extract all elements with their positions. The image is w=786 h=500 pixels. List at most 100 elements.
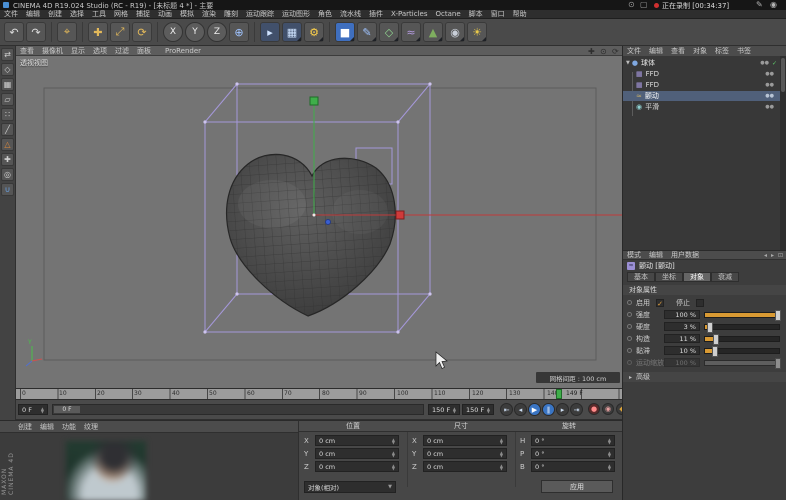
- monitor-icon[interactable]: ▢: [640, 0, 648, 9]
- visibility-dot-icon[interactable]: ●●: [765, 93, 774, 99]
- menubar-item[interactable]: 窗口: [487, 9, 509, 19]
- menubar-item[interactable]: 雕刻: [220, 9, 242, 19]
- value-stepper[interactable]: ▲▼: [500, 464, 503, 470]
- value-stepper[interactable]: ▲▼: [608, 451, 611, 457]
- rotate-tool-button[interactable]: ⟳: [132, 22, 152, 42]
- viewport-menu-item[interactable]: 查看: [16, 46, 38, 56]
- size-x-field[interactable]: 0 cm▲▼: [423, 435, 507, 446]
- viewport-canvas[interactable]: Y 透视视图 网格间距 : 100 cm: [16, 56, 622, 388]
- visibility-dot-icon[interactable]: ●●: [765, 82, 774, 88]
- axis-z-handle[interactable]: [326, 220, 331, 225]
- texture-mode-button[interactable]: ▦: [1, 78, 14, 91]
- search-icon[interactable]: ⊙: [628, 0, 635, 9]
- timeline-range-slider[interactable]: 0 F: [52, 404, 424, 415]
- pan-view-icon[interactable]: ✚: [588, 47, 595, 56]
- next-frame-button[interactable]: ▸: [556, 403, 569, 416]
- frame-stepper[interactable]: ▲▼: [453, 407, 456, 413]
- axis-lock-y-button[interactable]: Y: [185, 22, 205, 42]
- pencil-icon[interactable]: ✎: [756, 0, 763, 9]
- strength-value-field[interactable]: 100 %: [664, 310, 700, 319]
- points-mode-button[interactable]: ∷: [1, 108, 14, 121]
- undo-button[interactable]: ↶: [4, 22, 24, 42]
- drag-slider[interactable]: [704, 348, 780, 354]
- value-stepper[interactable]: ▲▼: [392, 438, 395, 444]
- deformer-button[interactable]: ≈: [401, 22, 421, 42]
- value-stepper[interactable]: ▲▼: [500, 438, 503, 444]
- render-settings-button[interactable]: ⚙: [304, 22, 324, 42]
- camera-capture-icon[interactable]: ◉: [770, 0, 777, 9]
- range-start-handle[interactable]: 0 F: [54, 406, 80, 413]
- spline-pen-button[interactable]: ✎: [357, 22, 377, 42]
- heart-mesh[interactable]: [227, 154, 396, 316]
- viewport-scene[interactable]: Y: [16, 56, 622, 388]
- autokey-button[interactable]: ◉: [602, 403, 614, 415]
- structure-slider[interactable]: [704, 336, 780, 342]
- stiffness-value-field[interactable]: 3 %: [664, 322, 700, 331]
- camera-button[interactable]: ◉: [445, 22, 465, 42]
- object-row[interactable]: ▦ FFD ●●: [623, 80, 780, 90]
- tab-object[interactable]: 对象: [683, 272, 711, 282]
- structure-value-field[interactable]: 11 %: [664, 334, 700, 343]
- om-menu-item[interactable]: 标签: [711, 46, 733, 56]
- pause-button[interactable]: ∥: [542, 403, 555, 416]
- axis-y-handle[interactable]: [310, 97, 318, 105]
- viewport-menu-item[interactable]: 面板: [133, 46, 155, 56]
- axis-lock-x-button[interactable]: X: [163, 22, 183, 42]
- position-y-field[interactable]: 0 cm▲▼: [315, 448, 399, 459]
- timeline-ruler[interactable]: [16, 388, 622, 400]
- menubar-item[interactable]: 模拟: [176, 9, 198, 19]
- menubar-item[interactable]: 网格: [110, 9, 132, 19]
- object-row[interactable]: ▦ FFD ●●: [623, 69, 780, 79]
- solo-mode-button[interactable]: ◎: [1, 168, 14, 181]
- end-frame-field[interactable]: 150 F ▲▼: [462, 404, 494, 415]
- range-end-field[interactable]: 150 F ▲▼: [428, 404, 460, 415]
- om-menu-item[interactable]: 书签: [733, 46, 755, 56]
- history-back-icon[interactable]: ◂: [762, 252, 769, 259]
- om-menu-item[interactable]: 对象: [689, 46, 711, 56]
- material-menu-item[interactable]: 功能: [58, 422, 80, 432]
- menubar-item[interactable]: 脚本: [465, 9, 487, 19]
- redo-button[interactable]: ↷: [26, 22, 46, 42]
- menubar-item[interactable]: 运动图形: [278, 9, 314, 19]
- rotate-view-icon[interactable]: ⟳: [612, 47, 619, 56]
- om-menu-item[interactable]: 编辑: [645, 46, 667, 56]
- snap-settings-button[interactable]: ∪: [1, 183, 14, 196]
- advanced-group-header[interactable]: ▸ 高级: [623, 372, 786, 382]
- am-menu-item[interactable]: 模式: [623, 250, 645, 260]
- render-picture-viewer-button[interactable]: ▦: [282, 22, 302, 42]
- menubar-item[interactable]: 帮助: [509, 9, 531, 19]
- viewport-menu-item[interactable]: 显示: [67, 46, 89, 56]
- convert-object-button[interactable]: ⇄: [1, 48, 14, 61]
- menubar-item[interactable]: X-Particles: [387, 10, 431, 18]
- keyframe-dot-icon[interactable]: [627, 336, 632, 341]
- menubar-item[interactable]: 流水线: [336, 9, 365, 19]
- material-menu-item[interactable]: 纹理: [80, 422, 102, 432]
- axis-x-handle[interactable]: [396, 211, 404, 219]
- object-row[interactable]: ◉ 平滑 ●●: [623, 102, 780, 112]
- strength-slider[interactable]: [704, 312, 780, 318]
- menubar-item[interactable]: Octane: [431, 10, 464, 18]
- rotation-h-field[interactable]: 0 °▲▼: [531, 435, 615, 446]
- rotation-b-field[interactable]: 0 °▲▼: [531, 461, 615, 472]
- lock-icon[interactable]: ⊡: [776, 252, 786, 259]
- keyframe-dot-icon[interactable]: [627, 312, 632, 317]
- scale-tool-button[interactable]: ⤢: [110, 22, 130, 42]
- axis-lock-z-button[interactable]: Z: [207, 22, 227, 42]
- menubar-item[interactable]: 创建: [44, 9, 66, 19]
- material-menu-item[interactable]: 编辑: [36, 422, 58, 432]
- model-mode-button[interactable]: ◇: [1, 63, 14, 76]
- keyframe-dot-icon[interactable]: [627, 324, 632, 329]
- cube-primitive-button[interactable]: ■: [335, 22, 355, 42]
- menubar-item[interactable]: 运动跟踪: [242, 9, 278, 19]
- position-x-field[interactable]: 0 cm▲▼: [315, 435, 399, 446]
- go-to-end-button[interactable]: ⇥: [570, 403, 583, 416]
- play-button[interactable]: ▶: [528, 403, 541, 416]
- current-frame-field[interactable]: 0 F ▲▼: [18, 404, 48, 415]
- subdivision-surface-button[interactable]: ◇: [379, 22, 399, 42]
- timeline-playhead[interactable]: [556, 389, 562, 399]
- menubar-item[interactable]: 捕捉: [132, 9, 154, 19]
- object-row[interactable]: ▼ ● 球体 ●● ✓: [623, 58, 780, 68]
- frame-stepper[interactable]: ▲▼: [487, 407, 490, 413]
- environment-button[interactable]: ▲: [423, 22, 443, 42]
- stiffness-slider[interactable]: [704, 324, 780, 330]
